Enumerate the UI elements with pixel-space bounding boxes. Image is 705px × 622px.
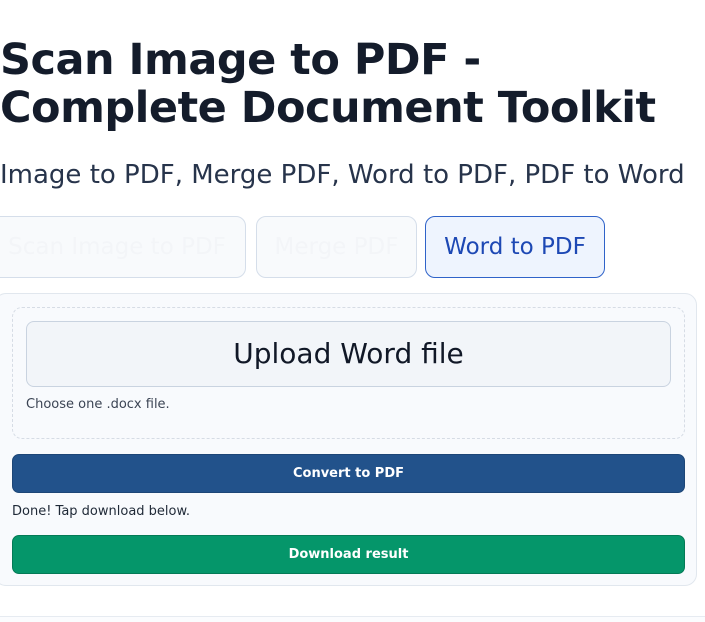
tab-merge-pdf[interactable]: Merge PDF: [256, 216, 417, 278]
download-result-button[interactable]: Download result: [12, 535, 685, 574]
page: Scan Image to PDF - Complete Document To…: [0, 0, 705, 622]
convert-to-pdf-button[interactable]: Convert to PDF: [12, 454, 685, 493]
tab-word-to-pdf[interactable]: Word to PDF: [425, 216, 605, 278]
word-to-pdf-panel: Upload Word file Choose one .docx file. …: [0, 293, 697, 586]
upload-dropzone[interactable]: Upload Word file Choose one .docx file.: [12, 307, 685, 439]
upload-hint: Choose one .docx file.: [26, 397, 170, 412]
tab-scan-image-to-pdf[interactable]: Scan Image to PDF: [0, 216, 246, 278]
footer-divider: [0, 616, 705, 622]
status-message: Done! Tap download below.: [12, 504, 191, 519]
upload-word-button[interactable]: Upload Word file: [26, 321, 671, 387]
page-title: Scan Image to PDF - Complete Document To…: [0, 35, 656, 133]
page-subtitle: Image to PDF, Merge PDF, Word to PDF, PD…: [0, 160, 685, 190]
